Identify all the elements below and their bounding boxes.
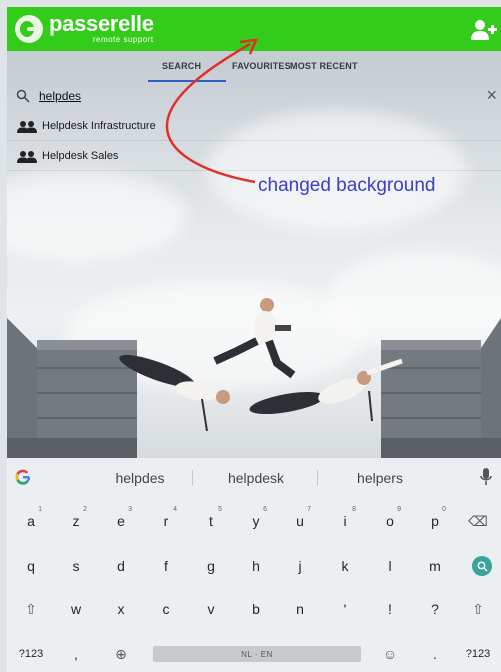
suggestion-2[interactable]: helpdesk xyxy=(206,470,306,486)
search-key[interactable] xyxy=(472,556,492,576)
key-y[interactable]: y6 xyxy=(234,500,278,542)
search-icon xyxy=(477,561,488,572)
key-w[interactable]: w xyxy=(54,588,98,630)
key-x[interactable]: x xyxy=(99,588,143,630)
result-label: Helpdesk Sales xyxy=(42,150,119,162)
shift-key-right[interactable]: ⇧ xyxy=(456,588,500,630)
suggestion-divider xyxy=(192,470,193,486)
tab-search[interactable]: SEARCH xyxy=(162,61,201,71)
key-exclamation[interactable]: ! xyxy=(368,588,412,630)
suggestion-1[interactable]: helpdes xyxy=(90,470,190,486)
group-icon xyxy=(17,121,37,133)
app-name: passerelle xyxy=(49,11,154,36)
key-apostrophe[interactable]: ' xyxy=(323,588,367,630)
search-bar: × xyxy=(7,83,501,109)
businessmen-illustration xyxy=(119,298,403,432)
emoji-icon[interactable]: ☺ xyxy=(368,633,412,672)
active-tab-indicator xyxy=(148,80,226,82)
suggestion-divider xyxy=(317,470,318,486)
app-subtitle: remote support xyxy=(92,35,154,44)
annotation-text: changed background xyxy=(258,175,436,196)
key-g[interactable]: g xyxy=(189,545,233,587)
key-u[interactable]: u7 xyxy=(278,500,322,542)
google-g-icon[interactable] xyxy=(15,469,31,485)
key-h[interactable]: h xyxy=(234,545,278,587)
key-v[interactable]: v xyxy=(189,588,233,630)
add-user-icon[interactable] xyxy=(471,18,497,42)
onscreen-keyboard: helpdes helpdesk helpers a1 z2 e3 r4 t5 … xyxy=(7,458,501,672)
group-icon xyxy=(17,151,37,163)
shift-key[interactable]: ⇧ xyxy=(9,588,53,630)
key-n[interactable]: n xyxy=(278,588,322,630)
key-a[interactable]: a1 xyxy=(9,500,53,542)
search-input[interactable] xyxy=(39,87,459,105)
key-s[interactable]: s xyxy=(54,545,98,587)
clear-icon[interactable]: × xyxy=(486,86,497,104)
result-item-helpdesk-infrastructure[interactable]: Helpdesk Infrastructure xyxy=(7,113,501,141)
key-period[interactable]: . xyxy=(413,633,457,672)
key-j[interactable]: j xyxy=(278,545,322,587)
key-b[interactable]: b xyxy=(234,588,278,630)
key-e[interactable]: e3 xyxy=(99,500,143,542)
key-comma[interactable]: , xyxy=(54,633,98,672)
globe-icon[interactable]: ⊕ xyxy=(99,633,143,672)
key-m[interactable]: m xyxy=(413,545,457,587)
key-p[interactable]: p0 xyxy=(413,500,457,542)
tab-favourites[interactable]: FAVOURITES xyxy=(232,61,291,71)
microphone-icon[interactable] xyxy=(480,468,492,486)
key-c[interactable]: c xyxy=(144,588,188,630)
tab-bar: SEARCH FAVOURITES MOST RECENT xyxy=(7,55,501,83)
app-header: passerelle remote support xyxy=(7,7,501,51)
key-o[interactable]: o9 xyxy=(368,500,412,542)
key-z[interactable]: z2 xyxy=(54,500,98,542)
key-l[interactable]: l xyxy=(368,545,412,587)
app-logo: passerelle remote support xyxy=(15,13,154,44)
spacebar[interactable]: NL · EN xyxy=(153,646,361,662)
result-label: Helpdesk Infrastructure xyxy=(42,120,156,132)
key-f[interactable]: f xyxy=(144,545,188,587)
key-q[interactable]: q xyxy=(9,545,53,587)
key-d[interactable]: d xyxy=(99,545,143,587)
key-t[interactable]: t5 xyxy=(189,500,233,542)
result-item-helpdesk-sales[interactable]: Helpdesk Sales xyxy=(7,143,501,171)
key-r[interactable]: r4 xyxy=(144,500,188,542)
backspace-key[interactable]: ⌫ xyxy=(456,500,500,542)
logo-icon xyxy=(15,14,43,43)
suggestion-bar: helpdes helpdesk helpers xyxy=(7,458,501,496)
key-i[interactable]: i8 xyxy=(323,500,367,542)
key-question[interactable]: ? xyxy=(413,588,457,630)
symbols-key[interactable]: ?123 xyxy=(9,633,53,672)
key-k[interactable]: k xyxy=(323,545,367,587)
symbols-key-right[interactable]: ?123 xyxy=(456,633,500,672)
suggestion-3[interactable]: helpers xyxy=(330,470,430,486)
search-icon xyxy=(16,89,30,103)
tab-most-recent[interactable]: MOST RECENT xyxy=(290,61,358,71)
